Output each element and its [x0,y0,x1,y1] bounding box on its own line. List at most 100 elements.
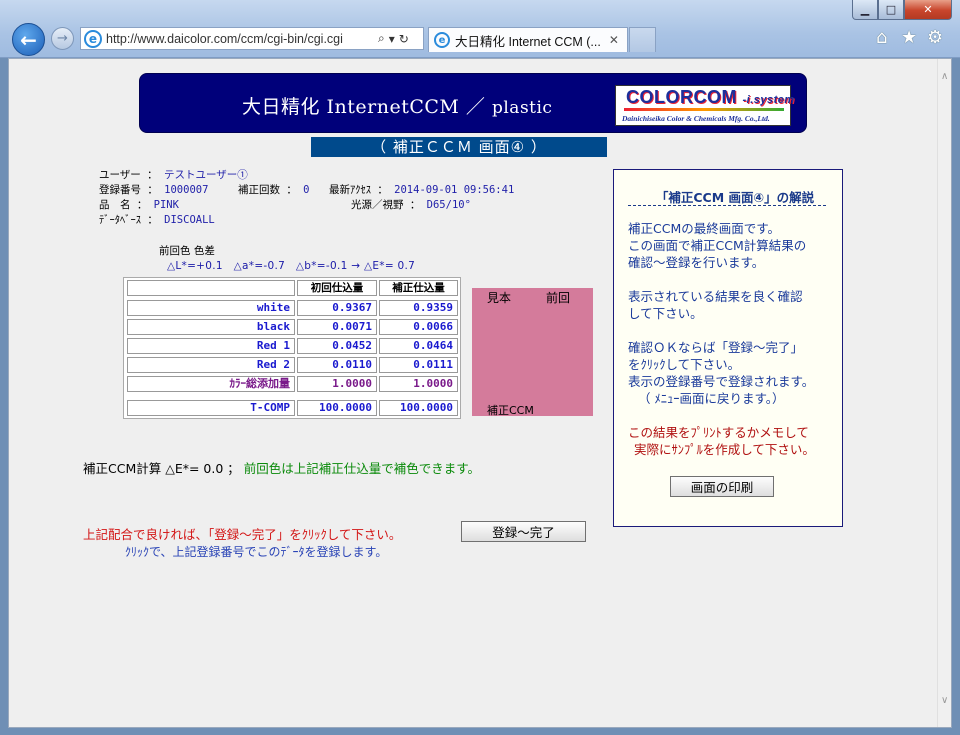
dropdown-icon[interactable]: ▾ [389,32,395,46]
explanation-line: この画面で補正CCM計算結果の [628,238,807,253]
back-arrow-icon: ← [20,27,37,52]
scroll-down-icon[interactable]: ∨ [941,695,948,706]
confirm-submessage: ｸﾘｯｸで、上記登録番号でこのﾃﾞｰﾀを登録します。 [125,545,388,559]
tab-ie-icon: e [434,32,450,48]
correction-label: 補正回数 [238,184,280,196]
print-screen-button[interactable]: 画面の印刷 [670,476,774,497]
item-value: PINK [153,199,179,211]
recipe-color-total-initial: 1.0000 [297,376,377,392]
swatch-previous-label: 前回 [546,291,571,305]
back-button[interactable]: ← [12,23,45,56]
scroll-up-icon[interactable]: ∧ [941,71,948,82]
db-label: ﾃﾞｰﾀﾍﾞｰｽ [99,214,141,226]
address-text[interactable]: http://www.daicolor.com/ccm/cgi-bin/cgi.… [106,32,374,46]
access-label: 最新ｱｸｾｽ [329,184,371,196]
address-bar[interactable]: e http://www.daicolor.com/ccm/cgi-bin/cg… [80,27,424,50]
db-row: ﾃﾞｰﾀﾍﾞｰｽ ： DISCOALL [99,212,215,227]
tab-close-icon[interactable]: ✕ [609,33,619,47]
colon: ： [147,169,164,181]
colorcom-logo: COLORCOM -i.system Dainichiseika Color &… [615,85,794,126]
forward-button[interactable]: → [51,27,74,50]
db-value: DISCOALL [164,214,215,226]
logo-main: COLORCOM [626,87,737,107]
colon: ： [147,184,165,196]
recipe-total-name: T-COMP [127,400,295,416]
recipe-row-initial: 0.0452 [297,338,377,354]
color-difference-values: △L*=+0.1 △a*=-0.7 △b*=-0.1 → △E*= 0.7 [167,260,416,272]
ie-page-icon: e [84,29,102,48]
recipe-row-name: white [127,300,295,316]
user-label: ユーザー [99,169,141,181]
browser-tab[interactable]: e 大日精化 Internet CCM (... ✕ [428,27,628,52]
favorites-star-icon[interactable]: ★ [901,27,917,48]
recipe-row-corrected: 0.0111 [379,357,458,373]
recipe-color-total-name: ｶﾗｰ総添加量 [127,376,295,392]
explanation-warning: 実際にｻﾝﾌﾟﾙを作成して下さい。 [634,442,815,457]
logo-company: Dainichiseika Color & Chemicals Mfg. Co.… [622,114,770,123]
confirm-message: 上記配合で良ければ、「登録～完了」をｸﾘｯｸして下さい。 [83,527,402,542]
settings-gear-icon[interactable]: ⚙ [927,27,943,48]
minimize-button[interactable]: ▁ [852,0,878,20]
explanation-line: （ ﾒﾆｭｰ画面に戻ります。） [638,391,785,406]
reg-row: 登録番号 ： 1000007 [99,182,208,197]
refresh-icon[interactable]: ↻ [399,32,409,46]
access-value: 2014-09-01 09:56:41 [394,184,515,196]
recipe-total-corrected: 100.0000 [379,400,458,416]
home-icon[interactable]: ⌂ [876,27,887,48]
correction-row: 補正回数 ： 0 [238,182,309,197]
explanation-line: 表示の登録番号で登録されます。 [628,374,815,389]
new-tab-button[interactable] [629,27,656,52]
swatch-sample-label: 見本 [487,291,512,305]
browser-titlebar: ▁ □ ✕ ← → e http://www.daicolor.com/ccm/… [0,0,960,58]
search-icon[interactable]: ⌕ [378,31,385,46]
user-value: テストユーザー① [163,169,248,181]
explanation-line: 表示されている結果を良く確認 [628,289,803,304]
access-row: 最新ｱｸｾｽ ： 2014-09-01 09:56:41 [329,182,514,197]
tab-title: 大日精化 Internet CCM (... [455,34,601,49]
correction-value: 0 [303,184,310,196]
explanation-warning: この結果をﾌﾟﾘﾝﾄするかメモして [628,425,809,440]
recipe-row-corrected: 0.0066 [379,319,458,335]
light-row: 光源／視野 ： D65/10° [351,197,471,212]
maximize-button[interactable]: □ [878,0,904,20]
recipe-color-total-corrected: 1.0000 [379,376,458,392]
vertical-scrollbar[interactable]: ∧ ∨ [937,59,951,727]
color-difference-label: 前回色 色差 [159,245,215,257]
recipe-header-blank [127,280,295,296]
colon: ： [409,199,427,211]
ccm-result: 補正CCM計算 △E*= 0.0 ； 前回色は上記補正仕込量で補色できます。 [83,458,480,477]
explanation-title: 「補正CCM 画面④」の解説 [655,190,815,205]
recipe-row-name: black [127,319,295,335]
colon: ： [286,184,304,196]
user-row: ユーザー ： テストユーザー① [99,167,248,182]
close-button[interactable]: ✕ [904,0,952,20]
colon: ： [147,214,165,226]
recipe-row-initial: 0.0071 [297,319,377,335]
recipe-row-initial: 0.0110 [297,357,377,373]
explanation-line: 確認～登録を行います。 [628,255,765,270]
explanation-panel: 「補正CCM 画面④」の解説 補正CCMの最終画面です。 この画面で補正CCM計… [613,169,843,527]
forward-arrow-icon: → [57,31,68,46]
light-label: 光源／視野 [351,199,404,211]
banner-subtitle: plastic [491,98,553,118]
color-swatch: 見本 前回 補正CCM [472,288,593,417]
reg-value: 1000007 [164,184,209,196]
recipe-row-initial: 0.9367 [297,300,377,316]
recipe-header-corrected: 補正仕込量 [379,280,458,296]
screen-title: （ 補正ＣＣＭ 画面④ ） [311,137,607,157]
banner-title: 大日精化 InternetCCM ／ plastic [242,92,552,119]
explanation-line: 確認ＯＫならば「登録～完了」 [628,340,804,355]
item-row: 品 名 ： PINK [99,197,179,212]
ccm-result-label: 補正CCM計算 △E*= 0.0 ； [83,461,240,476]
recipe-row-name: Red 2 [127,357,295,373]
recipe-row-corrected: 0.0464 [379,338,458,354]
explanation-line: 補正CCMの最終画面です。 [628,221,780,236]
recipe-row-name: Red 1 [127,338,295,354]
recipe-total-initial: 100.0000 [297,400,377,416]
ccm-result-message: 前回色は上記補正仕込量で補色できます。 [243,461,481,476]
page-viewport: 大日精化 InternetCCM ／ plastic COLORCOM -i.s… [8,58,952,728]
logo-tag: -i.system [742,94,795,106]
banner-title-text: 大日精化 InternetCCM ／ [242,96,486,118]
logo-stripe [624,108,784,111]
register-complete-button[interactable]: 登録～完了 [461,521,586,542]
